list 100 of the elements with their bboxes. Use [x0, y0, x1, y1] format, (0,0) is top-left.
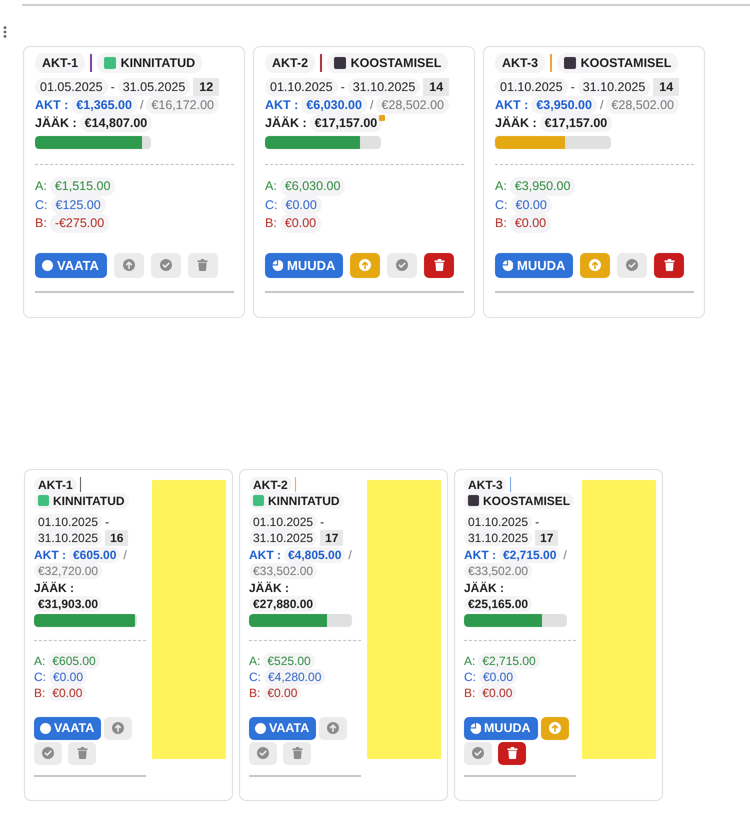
breakdown-amount: €0.00 — [280, 196, 322, 214]
delete-button[interactable] — [498, 742, 526, 764]
date-dash: - — [105, 514, 110, 530]
view-button[interactable]: VAATA — [249, 716, 316, 740]
act-code: AKT-3 — [464, 476, 507, 492]
act-amount: €1,365.00 — [71, 96, 137, 114]
breakdown-amount: €2,715.00 — [478, 652, 540, 668]
edit-button[interactable]: MUUDA — [464, 716, 538, 740]
act-amount: €3,950.00 — [531, 96, 597, 114]
end-date: 31.05.2025 — [118, 78, 190, 96]
trash-icon — [506, 747, 518, 759]
breakdown-amount: €125.00 — [50, 196, 106, 214]
arrow-up-circle-icon — [548, 722, 561, 734]
start-date: 01.05.2025 — [35, 78, 108, 96]
act-amount-label: AKT : — [464, 546, 496, 562]
act-amount: €2,715.00 — [499, 546, 560, 562]
act-amount-label: AKT : — [495, 97, 528, 114]
breakdown-label: B: — [464, 684, 476, 700]
act-code: AKT-3 — [495, 53, 546, 73]
breakdown-amount: €525.00 — [263, 652, 315, 668]
day-count: 12 — [193, 78, 220, 96]
total-amount: €33,502.00 — [464, 562, 532, 578]
breakdown-label: B: — [495, 215, 507, 232]
start-date: 01.10.2025 — [34, 514, 102, 530]
act-amount: €6,030.00 — [301, 96, 367, 114]
edit-button[interactable]: MUUDA — [495, 252, 574, 278]
start-date: 01.10.2025 — [249, 514, 318, 530]
breakdown-label: C: — [495, 196, 508, 214]
trash-icon — [292, 747, 302, 759]
breakdown-amount: -€275.00 — [50, 214, 110, 232]
breakdown-amount: €0.00 — [280, 214, 322, 232]
remaining-label: JÄÄK : — [35, 115, 77, 132]
act-code: AKT-2 — [265, 53, 316, 73]
delete-button[interactable] — [654, 252, 684, 278]
more-options-icon[interactable] — [3, 26, 7, 38]
date-dash: - — [110, 79, 115, 96]
breakdown-label: A: — [464, 652, 476, 668]
delete-button[interactable] — [424, 252, 454, 278]
slash-separator: / — [348, 546, 352, 562]
breakdown-label: C: — [265, 196, 278, 214]
status-label: KINNITATUD — [268, 492, 340, 508]
breakdown-amount: €0.00 — [510, 196, 552, 214]
status-label: KINNITATUD — [120, 55, 196, 72]
slash-separator: / — [600, 97, 604, 114]
edit-button[interactable]: MUUDA — [265, 252, 344, 278]
end-date: 31.10.2025 — [34, 530, 102, 546]
arrow-up-circle-icon — [112, 722, 124, 734]
status-label: KOOSTAMISEL — [483, 492, 570, 508]
slash-separator: / — [563, 546, 567, 562]
remaining-label: JÄÄK : — [464, 580, 504, 596]
remaining-amount: €17,157.00 — [540, 114, 612, 132]
total-amount: €28,502.00 — [606, 96, 679, 114]
trash-icon — [434, 259, 445, 271]
total-amount: €33,502.00 — [249, 562, 318, 578]
upload-button[interactable] — [540, 716, 569, 740]
breakdown-label: B: — [35, 215, 47, 232]
breakdown-amount: €605.00 — [48, 652, 100, 668]
start-date: 01.10.2025 — [464, 514, 532, 530]
circle-icon — [255, 722, 266, 734]
view-button[interactable]: VAATA — [34, 716, 102, 740]
arrow-up-circle-icon — [327, 722, 340, 734]
breakdown-label: A: — [265, 178, 277, 195]
start-date: 01.10.2025 — [495, 78, 568, 96]
day-count: 14 — [423, 78, 450, 96]
remaining-label: JÄÄK : — [249, 580, 290, 596]
check-circle-icon — [396, 259, 408, 271]
check-circle-icon — [257, 747, 269, 759]
act-amount-label: AKT : — [35, 97, 68, 114]
view-button[interactable]: VAATA — [35, 252, 107, 278]
check-circle-icon — [160, 259, 172, 271]
breakdown-amount: €6,030.00 — [280, 177, 346, 196]
remaining-label: JÄÄK : — [34, 580, 74, 596]
trash-icon — [197, 259, 208, 271]
status-label: KOOSTAMISEL — [350, 55, 442, 72]
circle-icon — [42, 260, 53, 270]
slash-separator: / — [140, 97, 144, 114]
total-amount: €28,502.00 — [376, 96, 449, 114]
date-dash: - — [570, 79, 575, 96]
remaining-label: JÄÄK : — [265, 115, 307, 132]
end-date: 31.10.2025 — [578, 78, 650, 96]
breakdown-amount: €0.00 — [479, 668, 518, 684]
pie-chart-icon — [470, 722, 481, 734]
breakdown-label: A: — [495, 178, 507, 195]
breakdown-label: A: — [249, 652, 260, 668]
act-amount-label: AKT : — [34, 546, 66, 562]
remaining-amount: €14,807.00 — [80, 114, 152, 132]
status-label: KOOSTAMISEL — [580, 55, 672, 72]
pie-chart-icon — [502, 260, 513, 270]
breakdown-label: C: — [464, 668, 476, 684]
date-dash: - — [340, 79, 345, 96]
breakdown-label: C: — [35, 196, 48, 214]
upload-button[interactable] — [580, 252, 610, 278]
breakdown-label: C: — [249, 668, 261, 684]
upload-button[interactable] — [350, 252, 380, 278]
arrow-up-circle-icon — [122, 259, 135, 271]
act-amount-label: AKT : — [265, 97, 298, 114]
date-dash: - — [535, 514, 540, 530]
pie-chart-icon — [272, 260, 283, 270]
remaining-amount: €17,157.00 — [310, 114, 382, 132]
arrow-up-circle-icon — [589, 259, 602, 271]
